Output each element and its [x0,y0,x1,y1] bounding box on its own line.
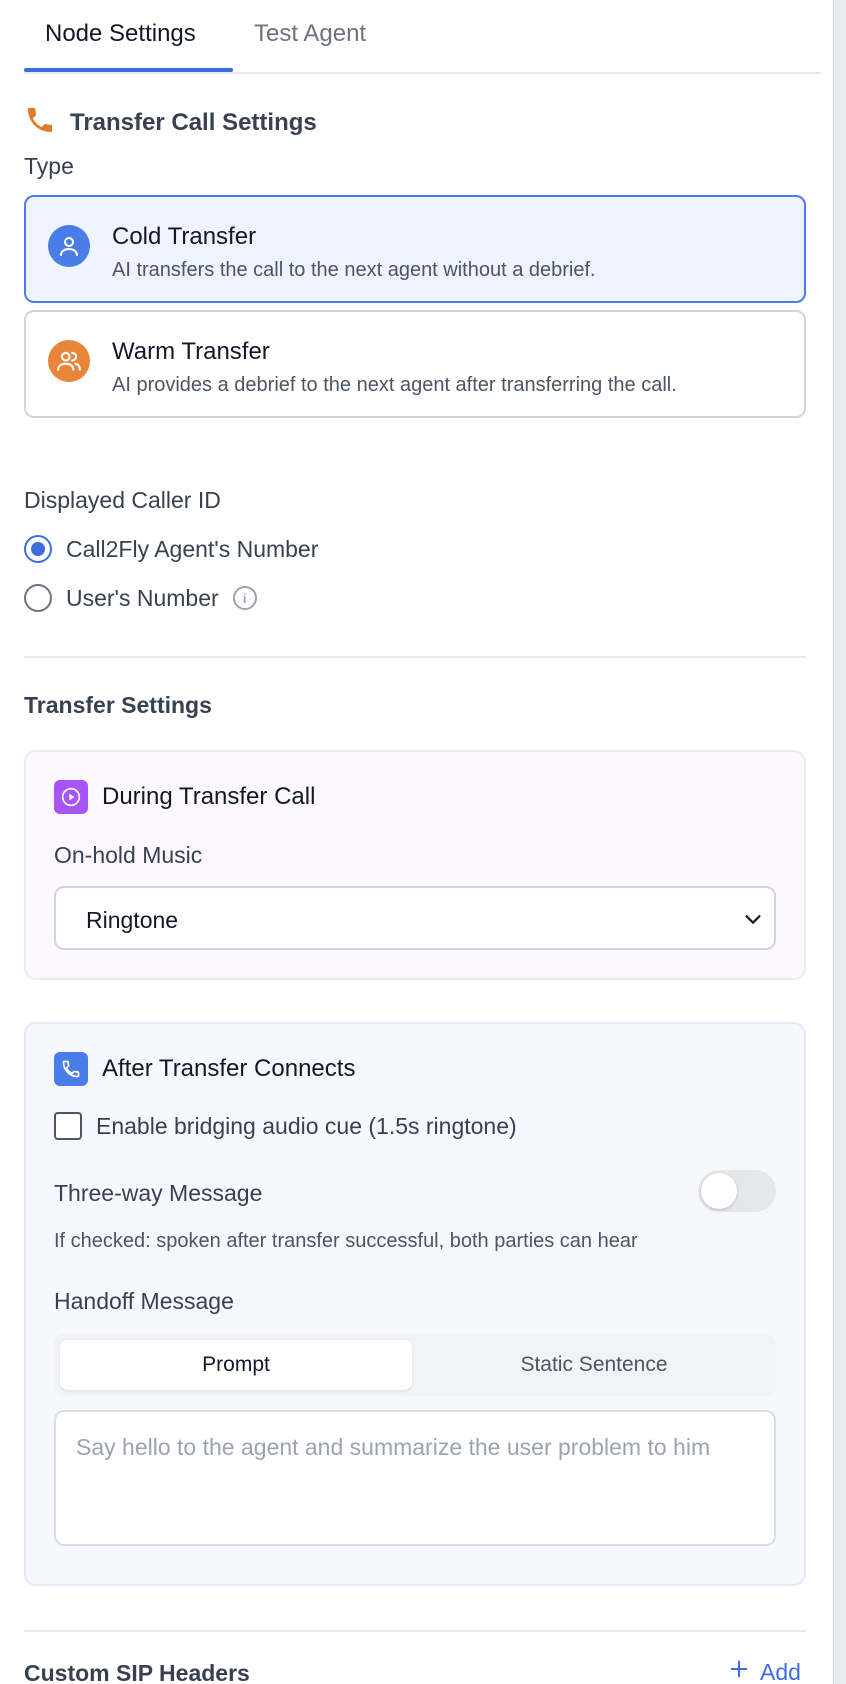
three-way-message-toggle[interactable] [698,1170,776,1212]
phone-icon [54,1052,88,1086]
section-header: Transfer Call Settings [24,104,317,141]
user-icon [48,225,90,267]
active-tab-indicator [24,68,233,72]
tab-node-settings[interactable]: Node Settings [45,20,196,48]
bridging-label: Enable bridging audio cue (1.5s ringtone… [96,1112,517,1139]
on-hold-music-label: On-hold Music [54,842,203,868]
tab-static-sentence[interactable]: Static Sentence [418,1340,770,1390]
warm-transfer-option[interactable]: Warm Transfer AI provides a debrief to t… [24,310,806,418]
handoff-mode-switch: Prompt Static Sentence [54,1334,776,1396]
on-hold-music-select[interactable]: Ringtone [54,886,776,950]
info-icon[interactable]: i [232,586,257,610]
caller-id-user-number-label: User's Number [66,584,219,611]
phone-icon [24,104,56,141]
warm-transfer-description: AI provides a debrief to the next agent … [112,374,677,396]
chevron-down-icon [742,908,764,935]
after-transfer-title: After Transfer Connects [102,1055,356,1082]
bridging-checkbox[interactable] [54,1112,82,1140]
three-way-message-help: If checked: spoken after transfer succes… [54,1230,638,1252]
caller-id-user-number[interactable]: User's Number i [24,584,257,612]
caller-id-label: Displayed Caller ID [24,487,221,513]
on-hold-music-value: Ringtone [86,907,179,933]
plus-icon [728,1658,750,1684]
warm-transfer-title: Warm Transfer [112,338,270,365]
handoff-message-input[interactable]: Say hello to the agent and summarize the… [54,1410,776,1546]
divider [24,1630,806,1632]
custom-sip-headers-title: Custom SIP Headers [24,1660,250,1684]
caller-id-agent-number[interactable]: Call2Fly Agent's Number [24,535,318,563]
after-transfer-card: After Transfer Connects Enable bridging … [24,1022,806,1586]
during-transfer-header: During Transfer Call [54,780,315,814]
cold-transfer-option[interactable]: Cold Transfer AI transfers the call to t… [24,195,806,303]
cold-transfer-title: Cold Transfer [112,223,257,250]
node-settings-panel: Node Settings Test Agent Transfer Call S… [0,0,834,1684]
radio-unselected[interactable] [24,584,52,612]
toggle-knob [701,1173,737,1209]
during-transfer-title: During Transfer Call [102,783,316,810]
tab-prompt[interactable]: Prompt [60,1340,412,1390]
add-label: Add [760,1658,801,1684]
caller-id-agent-number-label: Call2Fly Agent's Number [66,535,319,562]
three-way-message-label: Three-way Message [54,1180,263,1206]
handoff-message-label: Handoff Message [54,1288,234,1314]
type-label: Type [24,153,74,179]
radio-selected[interactable] [24,535,52,563]
bridging-audio-cue[interactable]: Enable bridging audio cue (1.5s ringtone… [54,1112,517,1140]
after-transfer-header: After Transfer Connects [54,1052,355,1086]
play-circle-icon [54,780,88,814]
cold-transfer-description: AI transfers the call to the next agent … [112,259,596,281]
section-title: Transfer Call Settings [70,108,317,136]
divider [24,656,806,658]
users-icon [48,340,90,382]
tab-test-agent[interactable]: Test Agent [254,20,366,48]
during-transfer-card: During Transfer Call On-hold Music Ringt… [24,750,806,980]
tab-bar: Node Settings Test Agent [24,0,821,74]
add-sip-header-button[interactable]: Add [728,1658,801,1684]
transfer-settings-heading: Transfer Settings [24,692,212,718]
